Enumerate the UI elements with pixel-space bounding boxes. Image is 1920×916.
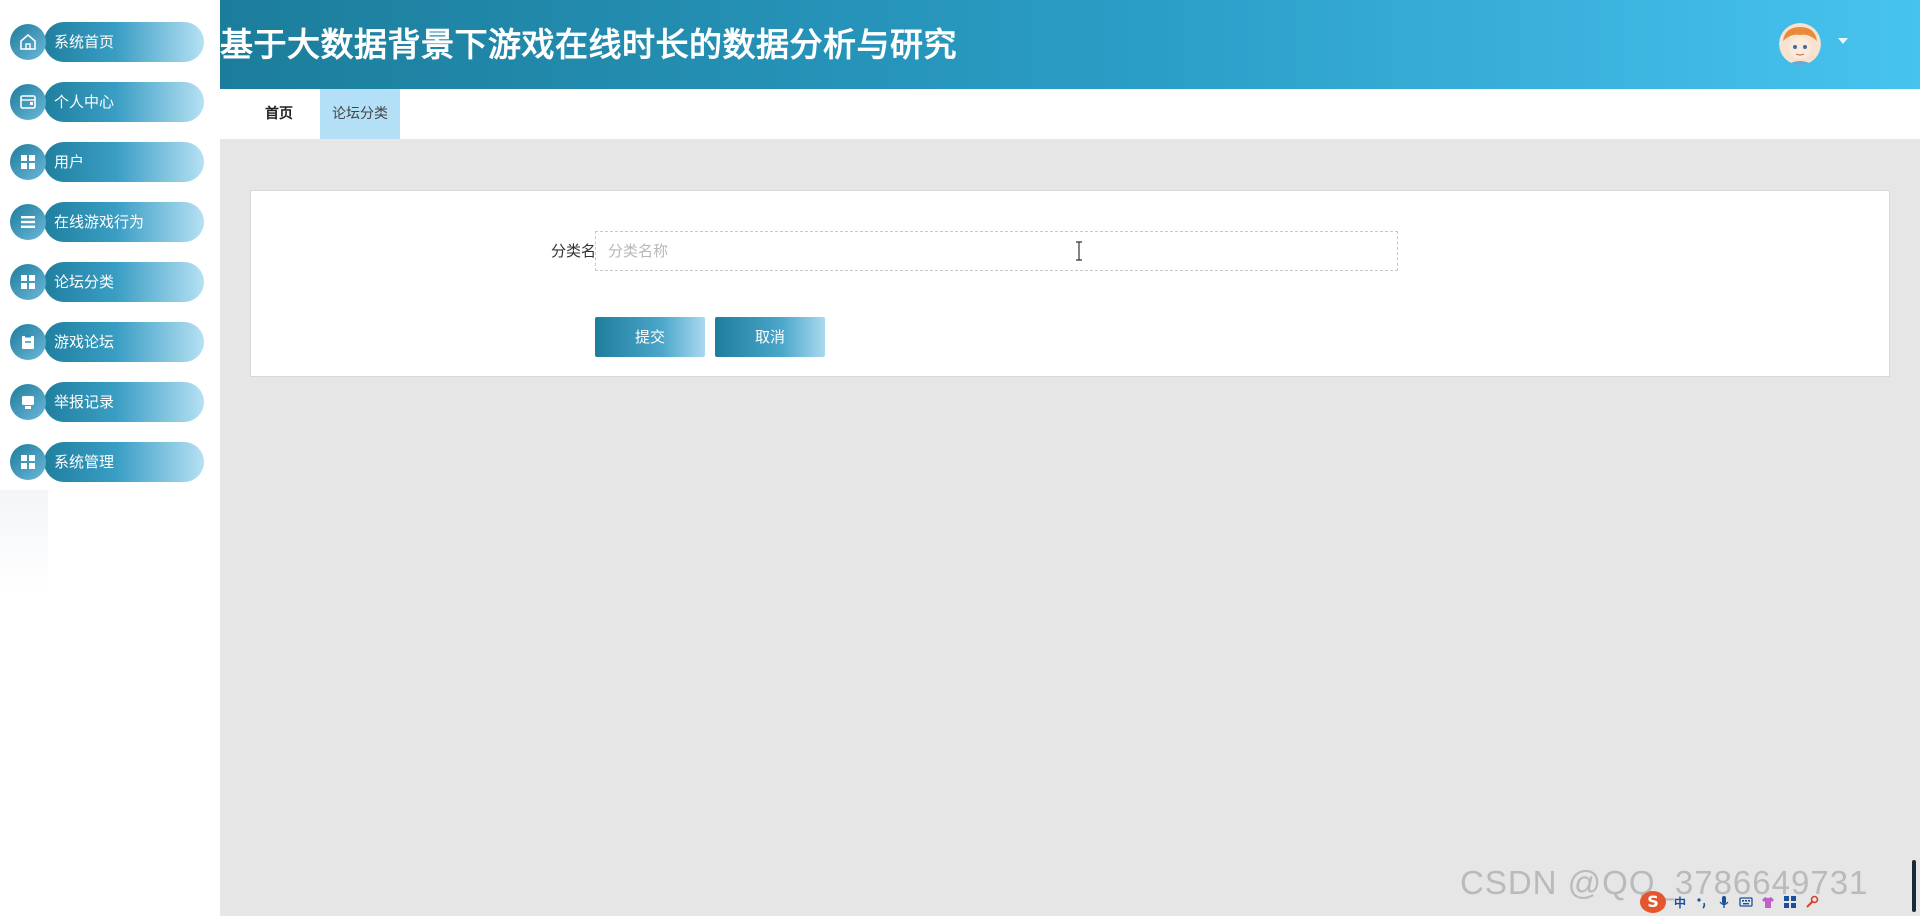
tab-bar: 首页 论坛分类 <box>220 89 1920 139</box>
sidebar-item-label: 用户 <box>54 153 85 171</box>
ime-logo-icon[interactable]: S <box>1640 891 1666 913</box>
scrollbar-edge[interactable] <box>1912 860 1916 912</box>
system-tray: S 中 <box>1640 890 1840 914</box>
sidebar-item-label: 举报记录 <box>54 393 115 411</box>
clipboard-icon <box>10 324 46 360</box>
sidebar-item-label: 论坛分类 <box>54 273 115 291</box>
sidebar-item-game-forum[interactable]: 游戏论坛 <box>10 322 204 362</box>
caret-down-icon[interactable] <box>1838 38 1848 44</box>
punctuation-icon[interactable] <box>1694 894 1710 910</box>
sidebar: 系统首页 个人中心 用户 在线游戏行为 论坛分类 游戏论坛 举报记录 系统管理 <box>0 0 220 916</box>
text-cursor-icon <box>1075 241 1083 261</box>
wallet-icon <box>10 84 46 120</box>
form-card: 分类名称 提交 取消 <box>250 190 1890 377</box>
microphone-icon[interactable] <box>1716 894 1732 910</box>
header-bar: 基于大数据背景下游戏在线时长的数据分析与研究 <box>220 0 1920 89</box>
sidebar-item-label: 在线游戏行为 <box>54 213 145 231</box>
grid-icon <box>10 144 46 180</box>
ime-mode-label[interactable]: 中 <box>1672 894 1688 910</box>
sidebar-item-personal-center[interactable]: 个人中心 <box>10 82 204 122</box>
main-content: 分类名称 提交 取消 <box>220 139 1920 916</box>
grid-icon <box>10 444 46 480</box>
monitor-icon <box>10 384 46 420</box>
apps-icon[interactable] <box>1782 894 1798 910</box>
sidebar-item-home[interactable]: 系统首页 <box>10 22 204 62</box>
sidebar-item-label: 游戏论坛 <box>54 333 115 351</box>
keyboard-icon[interactable] <box>1738 894 1754 910</box>
sidebar-item-online-game-behavior[interactable]: 在线游戏行为 <box>10 202 204 242</box>
submit-button[interactable]: 提交 <box>595 317 705 357</box>
sidebar-item-label: 个人中心 <box>54 93 115 111</box>
user-avatar[interactable] <box>1779 23 1821 65</box>
cancel-button[interactable]: 取消 <box>715 317 825 357</box>
sidebar-item-users[interactable]: 用户 <box>10 142 204 182</box>
home-icon <box>10 24 46 60</box>
category-name-label: 分类名称 <box>550 242 611 260</box>
sidebar-shade <box>0 490 48 590</box>
sidebar-item-label: 系统管理 <box>54 453 115 471</box>
grid-icon <box>10 264 46 300</box>
page-title: 基于大数据背景下游戏在线时长的数据分析与研究 <box>220 25 957 64</box>
tab-forum-category[interactable]: 论坛分类 <box>320 89 400 139</box>
sidebar-item-system-management[interactable]: 系统管理 <box>10 442 204 482</box>
category-name-input[interactable] <box>595 231 1398 271</box>
tools-icon[interactable] <box>1804 894 1820 910</box>
sidebar-item-label: 系统首页 <box>54 33 115 51</box>
sidebar-item-forum-category[interactable]: 论坛分类 <box>10 262 204 302</box>
shirt-icon[interactable] <box>1760 894 1776 910</box>
tab-home[interactable]: 首页 <box>250 89 308 139</box>
sidebar-item-report-records[interactable]: 举报记录 <box>10 382 204 422</box>
list-icon <box>10 204 46 240</box>
